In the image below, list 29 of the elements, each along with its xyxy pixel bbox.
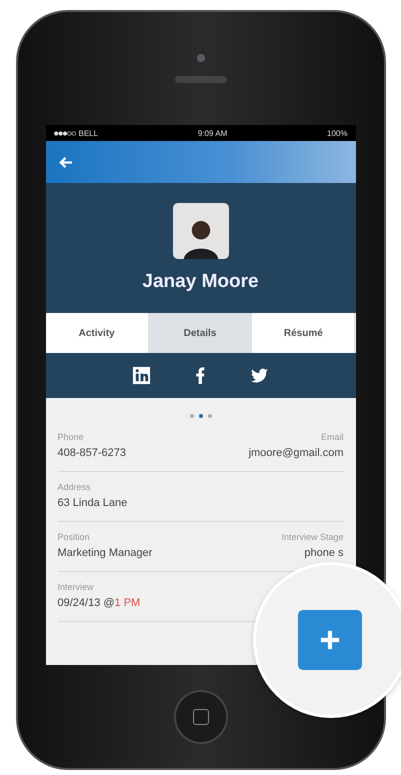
field-label: Position	[58, 532, 91, 542]
page-indicator-dot[interactable]	[198, 414, 202, 418]
field-value: 63 Linda Lane	[58, 497, 128, 509]
bird-icon[interactable]	[250, 366, 269, 385]
signal-dots-icon	[54, 130, 76, 136]
profile-name: Janay Moore	[142, 271, 259, 293]
field-label: Interview	[58, 582, 95, 592]
page-indicator-dot[interactable]	[208, 414, 212, 418]
speaker-grille	[174, 76, 226, 83]
back-arrow-icon[interactable]	[58, 156, 72, 168]
battery-label: 100%	[327, 128, 348, 138]
page-indicator-dot[interactable]	[190, 414, 194, 418]
field-label: Phone	[58, 432, 85, 442]
tab[interactable]: Details	[148, 313, 252, 353]
field-label: Email	[320, 432, 344, 442]
tab[interactable]: Résumé	[252, 313, 356, 353]
field-label: Address	[58, 482, 92, 492]
carrier-label: BELL	[78, 128, 98, 138]
field-value: 09/24/13 @1 PM	[58, 597, 140, 609]
field-value: jmoore@gmail.com	[248, 447, 344, 459]
tab[interactable]: Activity	[46, 313, 149, 353]
field-value: phone s	[304, 547, 344, 559]
field-value: Marketing Manager	[58, 547, 152, 559]
field-value: 408-857-6273	[58, 447, 126, 459]
camera-icon	[196, 54, 204, 62]
linkedin-icon[interactable]	[132, 366, 151, 385]
clock-label: 9:09 AM	[198, 128, 228, 138]
field-label: Interview Stage	[281, 532, 344, 542]
add-button[interactable]	[298, 610, 362, 670]
